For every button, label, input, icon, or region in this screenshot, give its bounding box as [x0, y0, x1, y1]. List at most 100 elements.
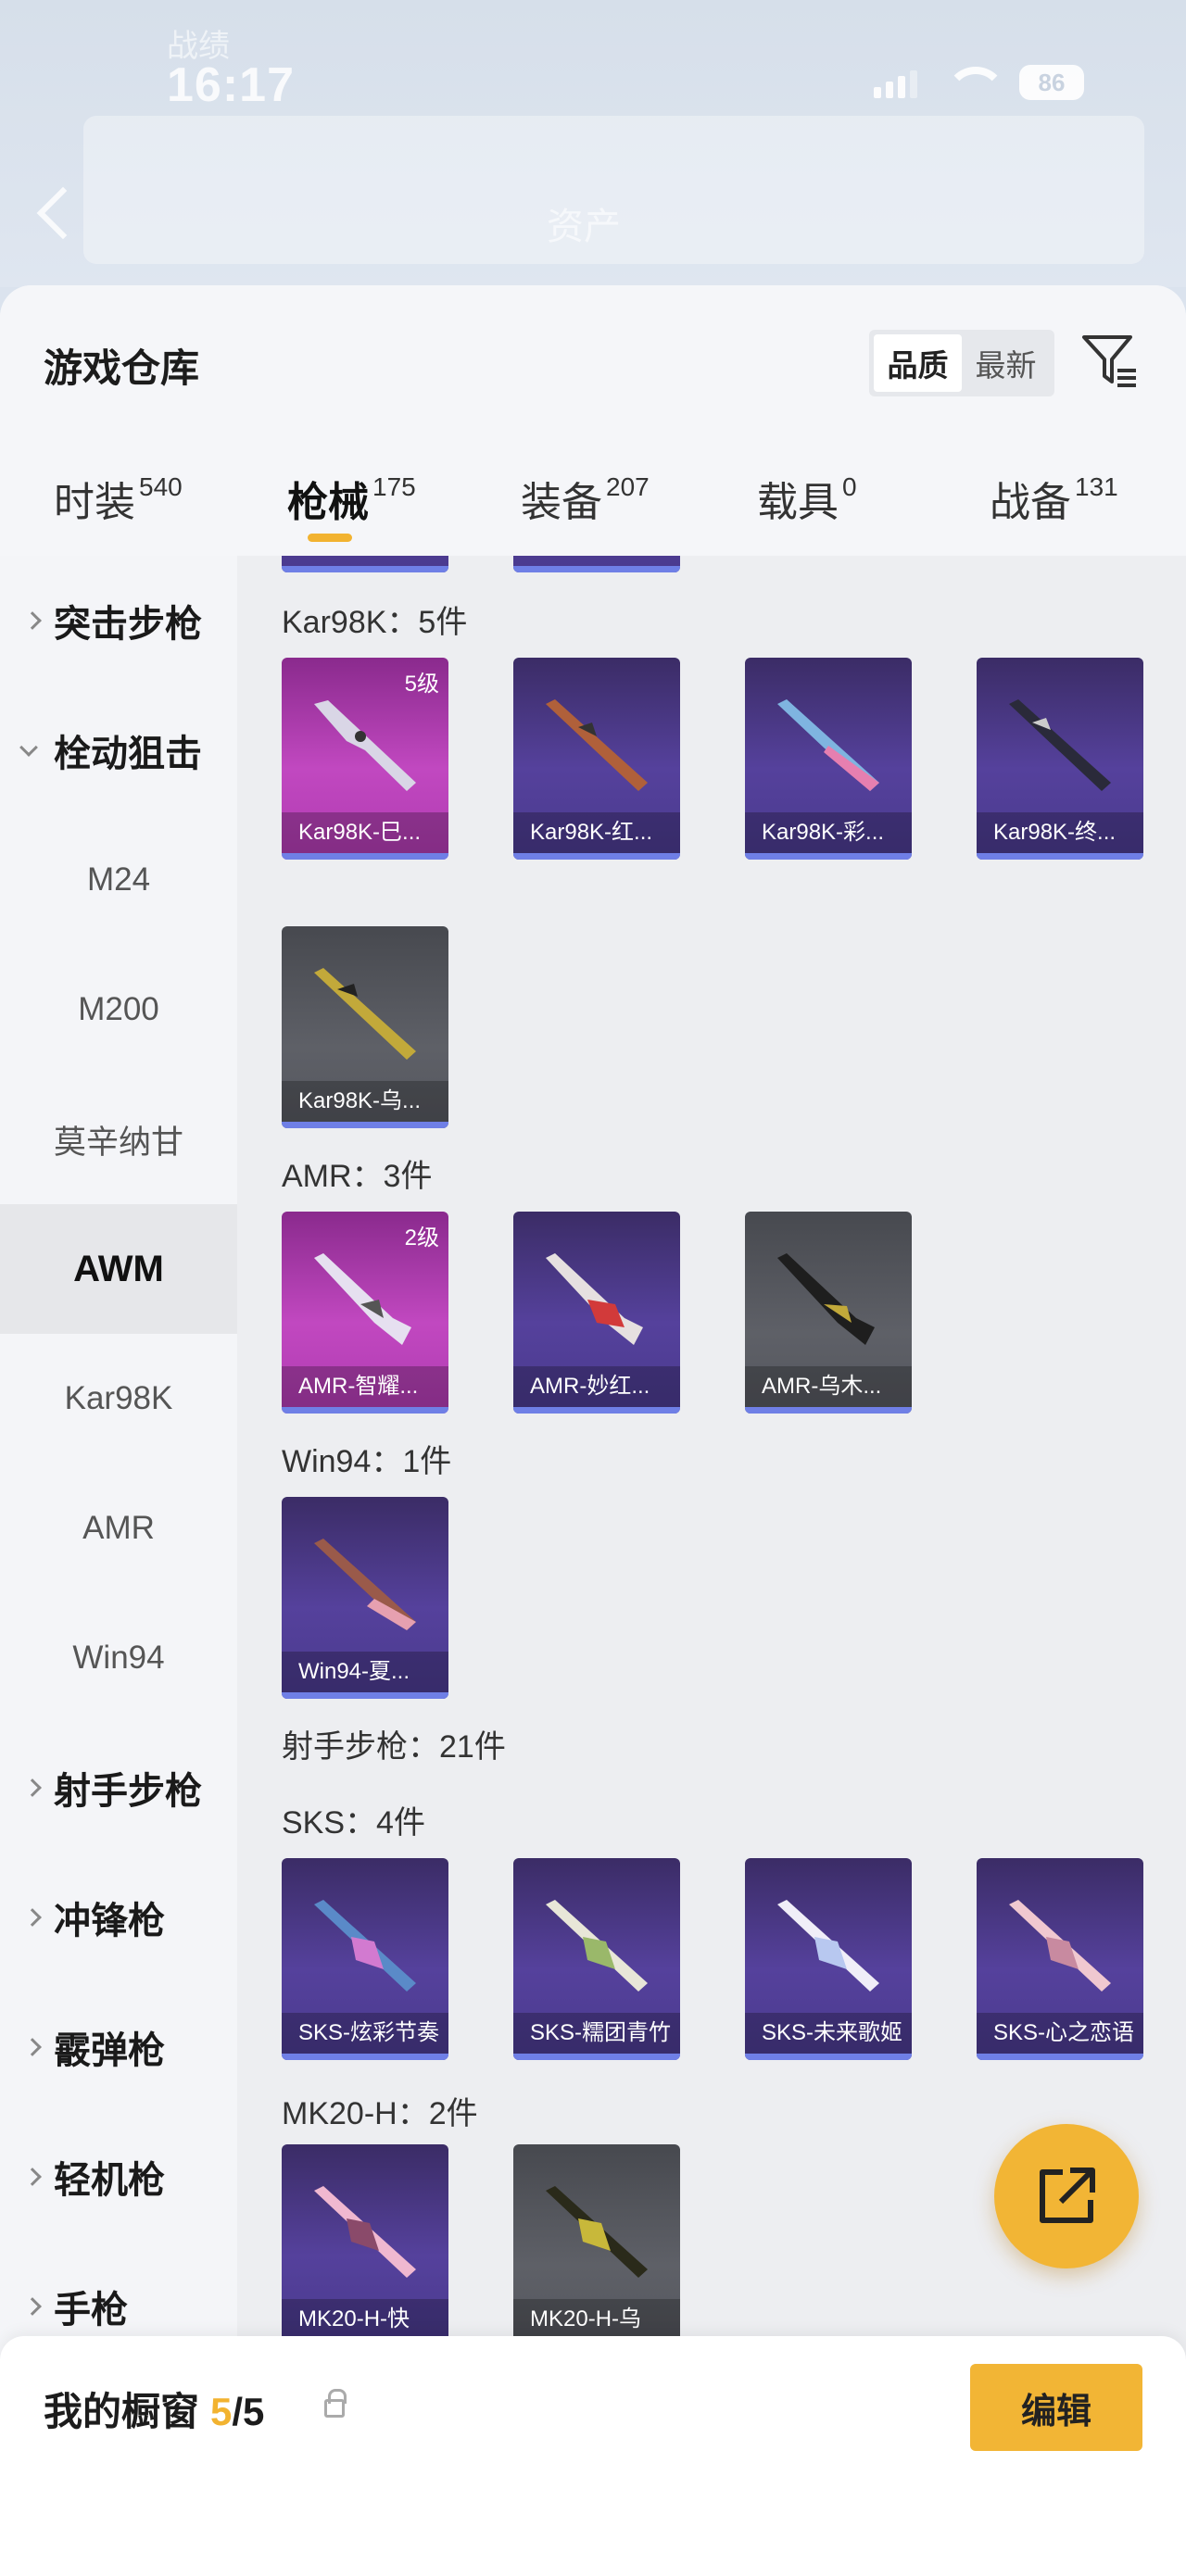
- filter-icon[interactable]: [1080, 332, 1140, 391]
- item-card[interactable]: SKS-糯团青竹: [513, 1858, 680, 2060]
- item-card[interactable]: Kar98K-乌...: [282, 926, 448, 1128]
- showcase-current-count: 5: [210, 2390, 233, 2433]
- tab-label: 载具: [757, 480, 839, 525]
- item-card[interactable]: MK20-H-快: [282, 2144, 448, 2346]
- header-ghost-title: 资产: [547, 207, 621, 247]
- rarity-bar: [977, 2054, 1143, 2060]
- chevron-right-icon: [23, 611, 42, 630]
- rifle-icon: [546, 1900, 648, 1992]
- side-sub-m200[interactable]: M200: [0, 945, 237, 1074]
- item-grid: Kar98K：5件 5级 Kar98K-巳... Kar98K-红... Kar…: [237, 556, 1186, 2576]
- status-time: 16:17: [167, 58, 295, 112]
- item-name: SKS-未来歌姬: [745, 2013, 912, 2054]
- rarity-bar: [513, 2054, 680, 2060]
- side-sub-amr[interactable]: AMR: [0, 1464, 237, 1593]
- lock-icon[interactable]: [324, 2389, 347, 2418]
- rifle-icon: [1009, 1900, 1111, 1992]
- tab-count: 207: [606, 472, 650, 501]
- tab-count: 175: [372, 472, 416, 501]
- item-card[interactable]: AMR-妙红...: [513, 1212, 680, 1414]
- item-card[interactable]: SKS-心之恋语: [977, 1858, 1143, 2060]
- item-card[interactable]: SKS-未来歌姬: [745, 1858, 912, 2060]
- item-card[interactable]: Win94-夏...: [282, 1497, 448, 1699]
- rarity-bar: [745, 2054, 912, 2060]
- app-header-background: 战绩 资产 16:17 86: [0, 0, 1186, 287]
- side-nav: 突击步枪 栓动狙击 M24 M200 莫辛纳甘 AWM Kar98K AMR W…: [0, 556, 237, 2576]
- side-label: Win94: [72, 1640, 165, 1676]
- showcase-total-count: /5: [232, 2390, 265, 2433]
- tab-fashion[interactable]: 时装 540: [54, 469, 183, 528]
- item-card[interactable]: Kar98K-红...: [513, 658, 680, 860]
- page-title: 游戏仓库: [44, 346, 200, 390]
- sort-newest-button[interactable]: 最新: [962, 334, 1050, 392]
- chevron-right-icon: [23, 2297, 42, 2316]
- rarity-bar: [282, 1407, 448, 1414]
- side-label: 莫辛纳甘: [53, 1124, 183, 1161]
- side-cat-shotgun[interactable]: 霰弹枪: [0, 1982, 237, 2112]
- chevron-right-icon: [23, 1778, 42, 1797]
- rarity-bar: [282, 2054, 448, 2060]
- item-card[interactable]: [513, 556, 680, 572]
- tab-vehicles[interactable]: 载具 0: [757, 469, 857, 528]
- tab-guns[interactable]: 枪械 175: [287, 469, 416, 528]
- item-card[interactable]: MK20-H-乌: [513, 2144, 680, 2346]
- side-label: AWM: [73, 1248, 164, 1289]
- item-name: SKS-心之恋语: [977, 2013, 1143, 2054]
- section-header: 射手步枪：21件: [282, 1729, 506, 1765]
- side-sub-kar98k[interactable]: Kar98K: [0, 1334, 237, 1464]
- item-name: AMR-妙红...: [513, 1366, 680, 1407]
- item-card[interactable]: Kar98K-终...: [977, 658, 1143, 860]
- sort-quality-button[interactable]: 品质: [874, 334, 962, 392]
- item-card[interactable]: [282, 556, 448, 572]
- item-name: Win94-夏...: [282, 1652, 448, 1692]
- side-cat-assault-rifle[interactable]: 突击步枪: [0, 556, 237, 685]
- side-sub-win94[interactable]: Win94: [0, 1593, 237, 1723]
- rifle-icon: [314, 968, 416, 1060]
- share-fab-button[interactable]: [994, 2124, 1139, 2268]
- rifle-icon: [777, 699, 879, 791]
- tab-supplies[interactable]: 战备 131: [990, 469, 1118, 528]
- rifle-icon: [546, 2186, 648, 2278]
- showcase-title: 我的橱窗 5 /5: [44, 2381, 264, 2437]
- item-card[interactable]: Kar98K-彩...: [745, 658, 912, 860]
- wifi-icon: [945, 67, 1006, 98]
- item-card[interactable]: SKS-炫彩节奏: [282, 1858, 448, 2060]
- rifle-icon: [1009, 699, 1111, 791]
- item-name: Kar98K-彩...: [745, 812, 912, 853]
- signal-icon: [874, 67, 917, 98]
- side-cat-smg[interactable]: 冲锋枪: [0, 1853, 237, 1982]
- item-name: SKS-糯团青竹: [513, 2013, 680, 2054]
- side-label: 突击步枪: [54, 604, 202, 645]
- side-label: 轻机枪: [54, 2160, 165, 2201]
- item-name: MK20-H-乌: [513, 2299, 680, 2340]
- edit-button[interactable]: 编辑: [970, 2364, 1142, 2451]
- item-card[interactable]: AMR-乌木...: [745, 1212, 912, 1414]
- chevron-right-icon: [23, 1908, 42, 1927]
- item-name: Kar98K-巳...: [282, 812, 448, 853]
- item-card[interactable]: 5级 Kar98K-巳...: [282, 658, 448, 860]
- side-sub-awm[interactable]: AWM: [0, 1204, 237, 1334]
- rifle-icon: [777, 1253, 875, 1345]
- tab-count: 540: [139, 472, 183, 501]
- side-cat-dmr[interactable]: 射手步枪: [0, 1723, 237, 1853]
- item-card[interactable]: 2级 AMR-智耀...: [282, 1212, 448, 1414]
- showcase-bar: 我的橱窗 5 /5 编辑: [0, 2336, 1186, 2576]
- chevron-down-icon: [19, 738, 38, 757]
- rarity-bar: [745, 853, 912, 860]
- side-label: 射手步枪: [54, 1771, 202, 1812]
- side-sub-mosin[interactable]: 莫辛纳甘: [0, 1074, 237, 1204]
- side-cat-lmg[interactable]: 轻机枪: [0, 2112, 237, 2242]
- rifle-icon: [314, 2186, 416, 2278]
- rifle-icon: [546, 699, 648, 791]
- chevron-right-icon: [23, 2038, 42, 2056]
- rarity-bar: [282, 853, 448, 860]
- side-cat-bolt-sniper[interactable]: 栓动狙击: [0, 685, 237, 815]
- back-arrow-icon[interactable]: [36, 186, 90, 240]
- tab-label: 时装: [54, 480, 135, 525]
- item-name: SKS-炫彩节奏: [282, 2013, 448, 2054]
- side-sub-m24[interactable]: M24: [0, 815, 237, 945]
- status-icons: 86: [874, 65, 1084, 100]
- tab-equipment[interactable]: 装备 207: [521, 469, 650, 528]
- rarity-bar: [977, 853, 1143, 860]
- showcase-label: 我的橱窗: [44, 2390, 200, 2433]
